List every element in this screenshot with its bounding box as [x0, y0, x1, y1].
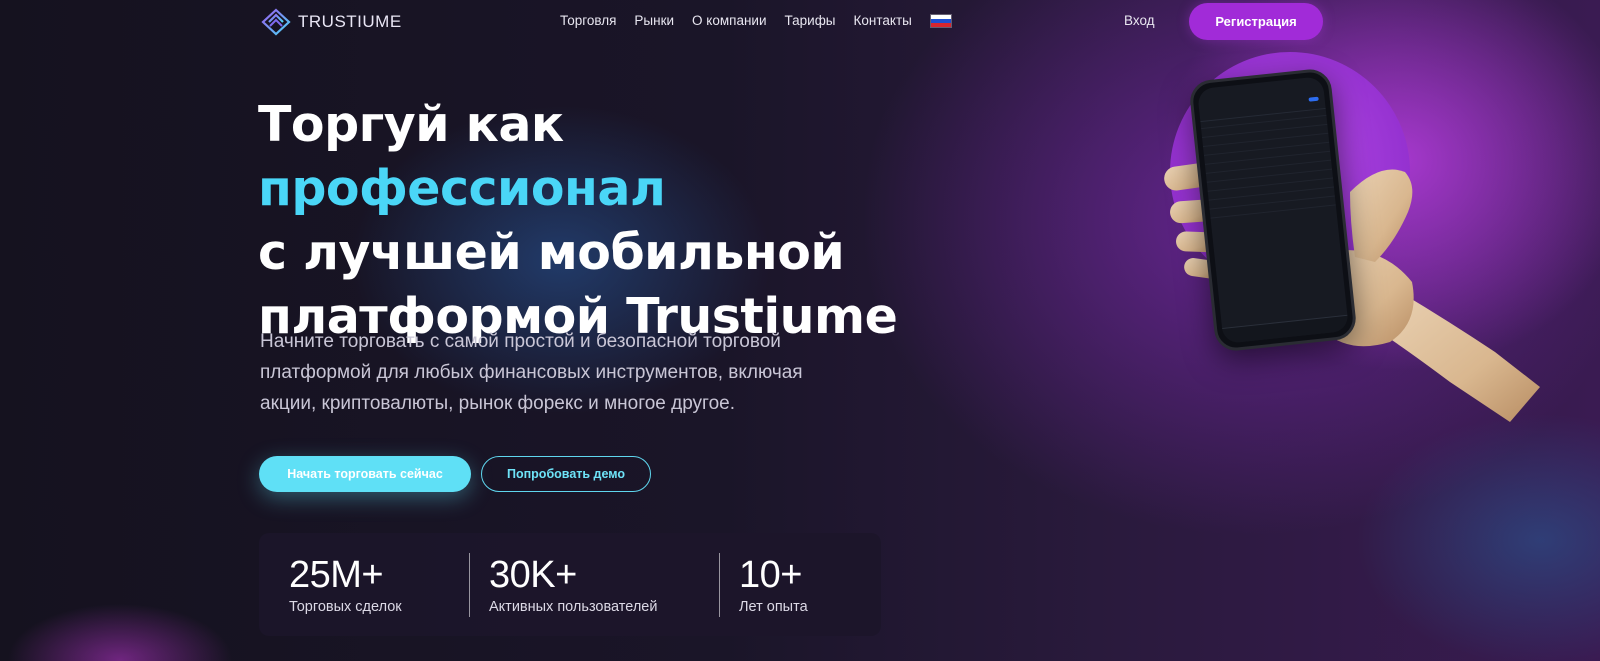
stat-trades: 25M+ Торговых сделок: [289, 555, 402, 615]
main-menu: Торговля Рынки О компании Тарифы Контакт…: [560, 13, 952, 28]
stat-experience: 10+ Лет опыта: [739, 555, 808, 615]
hero-title: Торгуй как профессионал с лучшей мобильн…: [258, 93, 958, 349]
try-demo-button[interactable]: Попробовать демо: [481, 456, 651, 492]
start-trading-button[interactable]: Начать торговать сейчас: [259, 456, 471, 492]
flag-ru-icon[interactable]: [929, 13, 952, 28]
stat-label: Лет опыта: [739, 599, 808, 615]
stat-divider: [469, 553, 470, 617]
phone-screen: [1196, 76, 1350, 344]
nav-link-contacts[interactable]: Контакты: [854, 13, 912, 28]
stat-value: 25M+: [289, 554, 384, 596]
hero-title-accent: профессионал: [258, 160, 666, 217]
nav-link-about[interactable]: О компании: [692, 13, 766, 28]
stat-divider: [719, 553, 720, 617]
trustiume-logo-icon: [261, 8, 291, 36]
phone-deposit-badge: [1308, 96, 1319, 102]
nav-link-trading[interactable]: Торговля: [560, 13, 616, 28]
stat-value: 30K+: [489, 554, 577, 596]
register-button[interactable]: Регистрация: [1189, 3, 1323, 40]
brand-name: TRUSTIUME: [298, 12, 402, 31]
top-navigation: TRUSTIUME Торговля Рынки О компании Тари…: [0, 0, 1600, 44]
brand-logo[interactable]: TRUSTIUME: [260, 8, 402, 36]
hero-subtitle: Начните торговать с самой простой и безо…: [260, 331, 803, 414]
phone-bottom-nav: [1222, 314, 1350, 344]
stat-label: Торговых сделок: [289, 599, 402, 615]
hero-illustration: [1150, 52, 1570, 432]
nav-link-markets[interactable]: Рынки: [634, 13, 674, 28]
hero-title-line2: с лучшей мобильной: [258, 224, 845, 281]
stat-users: 30K+ Активных пользователей: [489, 555, 657, 615]
stat-label: Активных пользователей: [489, 599, 658, 615]
phone-mockup: [1188, 67, 1358, 353]
stats-panel: 25M+ Торговых сделок 30K+ Активных польз…: [259, 533, 881, 636]
stat-value: 10+: [739, 554, 802, 596]
nav-link-pricing[interactable]: Тарифы: [785, 13, 836, 28]
login-link[interactable]: Вход: [1124, 13, 1155, 28]
hero-title-part1: Торгуй как: [258, 96, 564, 153]
